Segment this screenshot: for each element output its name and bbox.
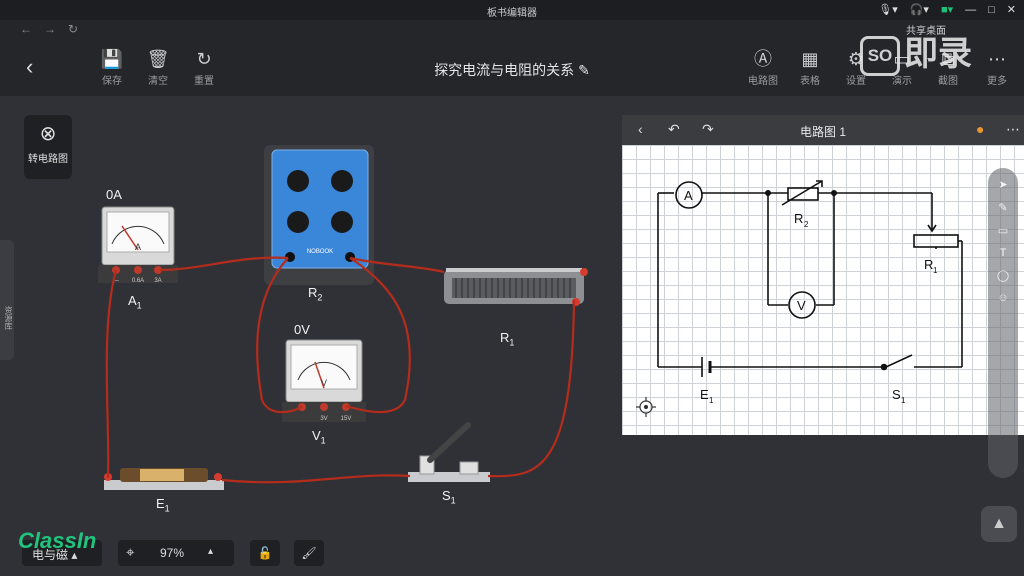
battery-label: E1: [156, 496, 170, 514]
schematic-e1-label: E: [700, 387, 709, 402]
schematic-r2-sub: 2: [804, 220, 809, 229]
battery-name: E: [156, 496, 165, 511]
drawing-tools-bar[interactable]: ➤ ✎ ▭ T ◯ ☺: [988, 168, 1018, 478]
ammeter[interactable]: A — 0.6A 3A: [98, 206, 178, 284]
battery-sub: 1: [164, 503, 170, 514]
ammeter-sub: 1: [136, 300, 142, 311]
battery[interactable]: [104, 468, 224, 490]
voltmeter-reading: 0V: [294, 322, 310, 337]
diagram-panel-title: 电路图 1: [799, 125, 846, 139]
rheostat-label: R1: [500, 330, 514, 348]
voltmeter-face-letter: V: [321, 378, 327, 388]
resistance-box-name: R: [308, 285, 318, 300]
redo-icon[interactable]: ↷: [702, 121, 714, 138]
diagram-more-icon[interactable]: ⋯: [1006, 121, 1020, 138]
voltmeter-sub: 1: [320, 435, 326, 446]
undo-icon[interactable]: ↶: [668, 121, 680, 138]
brush-button[interactable]: 🖌: [294, 540, 324, 566]
voltmeter-name: V: [312, 428, 321, 443]
schematic-ammeter-symbol: A: [684, 188, 693, 203]
mini-tool-button[interactable]: ▲: [981, 506, 1017, 542]
schematic-e1-sub: 1: [709, 396, 714, 405]
text-icon[interactable]: T: [988, 247, 1018, 259]
ammeter-face-letter: A: [135, 242, 141, 252]
pen-icon[interactable]: ✎: [988, 201, 1018, 214]
schematic-r1-label: R: [924, 257, 933, 272]
ammeter-name: A: [128, 293, 137, 308]
schematic-r1-sub: 1: [933, 266, 938, 275]
switch-sub: 1: [450, 495, 456, 506]
ammeter-label: A1: [128, 293, 142, 311]
voltmeter-terminal-15: 15V: [341, 416, 352, 422]
rheostat-sub: 1: [509, 337, 515, 348]
locate-target-icon[interactable]: [636, 397, 656, 417]
schematic-r2-label: R: [794, 211, 803, 226]
rheostat-name: R: [500, 330, 510, 345]
ammeter-terminal-3: 3A: [154, 278, 161, 284]
resistance-box-label: R2: [308, 285, 322, 303]
zoom-control[interactable]: ⌖ 97% ▴: [118, 540, 234, 566]
schematic: A V R 2 R 1 E 1 S 1: [636, 180, 963, 417]
zoom-dropdown-icon[interactable]: ▴: [208, 546, 213, 557]
diagram-panel-header: 电路图 1 ‹ ↶ ↷ ● ⋯: [622, 115, 1024, 145]
eraser-icon[interactable]: ▭: [988, 224, 1018, 237]
unlock-icon: 🔓: [257, 546, 273, 560]
user-icon[interactable]: ☺: [988, 292, 1018, 304]
settings-gear-icon[interactable]: ●: [976, 121, 984, 137]
ammeter-reading: 0A: [106, 187, 122, 202]
schematic-voltmeter-symbol: V: [797, 298, 806, 313]
switch[interactable]: [408, 422, 490, 482]
pointer-icon[interactable]: ➤: [988, 178, 1018, 191]
rheostat[interactable]: [444, 268, 588, 306]
schematic-s1-sub: 1: [901, 396, 906, 405]
schematic-s1-label: S: [892, 387, 901, 402]
circuit-diagram-panel: 电路图 1 ‹ ↶ ↷ ● ⋯ A V R 2 R 1 E 1 S 1: [622, 115, 1024, 435]
shape-icon[interactable]: ◯: [988, 269, 1018, 282]
voltmeter-terminal-3: 3V: [320, 416, 327, 422]
voltmeter-label: V1: [312, 428, 326, 446]
lock-button[interactable]: 🔓: [250, 540, 280, 566]
ammeter-terminal-06: 0.6A: [132, 278, 144, 284]
classin-logo: ClassIn: [18, 528, 97, 553]
resistance-box-brand: NOBOOK: [307, 249, 333, 255]
brush-icon: 🖌: [301, 546, 317, 560]
zoom-level: 97%: [160, 546, 185, 560]
switch-name: S: [442, 488, 451, 503]
switch-label: S1: [442, 488, 456, 506]
locate-icon[interactable]: ⌖: [126, 544, 134, 561]
resistance-box-sub: 2: [317, 292, 323, 303]
diagram-back-icon[interactable]: ‹: [638, 121, 643, 137]
